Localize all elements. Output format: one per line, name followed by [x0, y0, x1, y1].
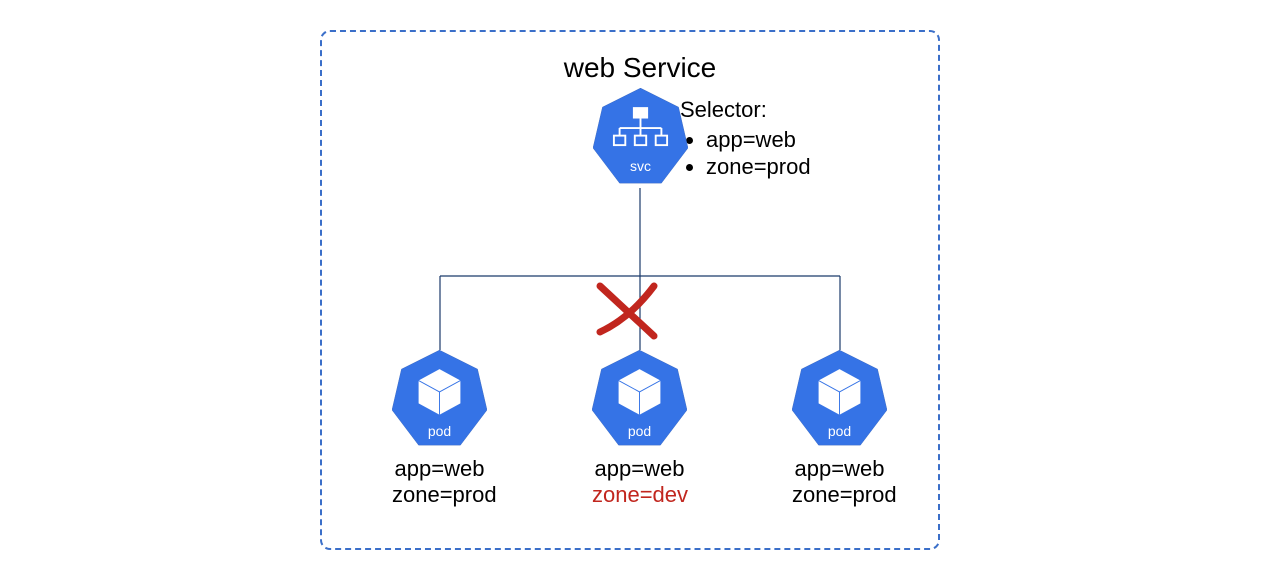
pod-labels: app=web zone=prod [792, 456, 887, 509]
not-selected-x-icon [590, 278, 670, 348]
pod-label-line: app=web [792, 456, 887, 482]
pod-labels: app=web zone=dev [592, 456, 687, 509]
pod-label-line: app=web [392, 456, 487, 482]
pod-label-line: app=web [592, 456, 687, 482]
pod-badge: pod [592, 423, 687, 439]
pod-node: pod app=web zone=dev [592, 350, 687, 509]
service-node: svc [593, 88, 688, 188]
service-badge: svc [593, 158, 688, 174]
pod-labels: app=web zone=prod [392, 456, 487, 509]
pod-node: pod app=web zone=prod [792, 350, 887, 509]
pod-label-line: zone=prod [792, 482, 887, 508]
pod-label-line: zone=prod [392, 482, 487, 508]
pod-node: pod app=web zone=prod [392, 350, 487, 509]
pod-badge: pod [392, 423, 487, 439]
pod-badge: pod [792, 423, 887, 439]
pod-label-line-mismatch: zone=dev [592, 482, 687, 508]
